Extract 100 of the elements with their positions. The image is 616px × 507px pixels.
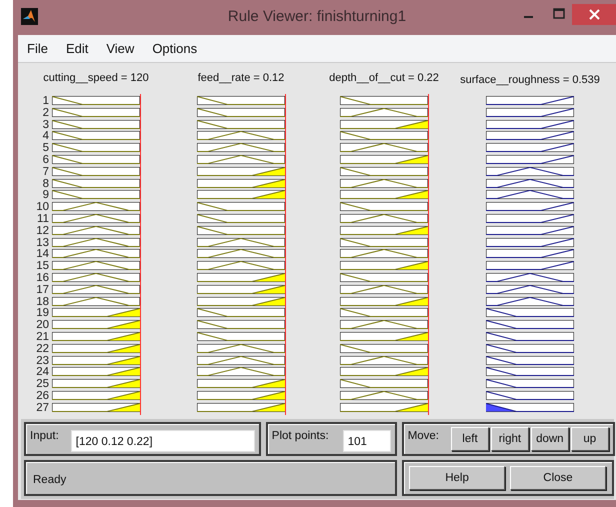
membership-plot[interactable] bbox=[486, 356, 574, 365]
membership-plot[interactable] bbox=[340, 96, 428, 105]
membership-plot[interactable] bbox=[340, 320, 428, 330]
membership-plot[interactable] bbox=[486, 131, 574, 140]
membership-plot[interactable] bbox=[52, 108, 140, 117]
membership-plot[interactable] bbox=[486, 272, 574, 282]
membership-plot[interactable] bbox=[197, 131, 285, 140]
membership-plot[interactable] bbox=[52, 284, 140, 294]
membership-plot[interactable] bbox=[52, 356, 140, 365]
move-button[interactable]: right bbox=[490, 426, 529, 451]
membership-plot[interactable] bbox=[197, 178, 285, 188]
membership-plot[interactable] bbox=[197, 120, 285, 129]
membership-plot[interactable] bbox=[340, 367, 428, 376]
input-value-line[interactable] bbox=[428, 94, 429, 415]
membership-plot[interactable] bbox=[486, 332, 574, 341]
membership-plot[interactable] bbox=[486, 190, 574, 200]
membership-plot[interactable] bbox=[197, 190, 285, 200]
membership-plot[interactable] bbox=[340, 249, 428, 258]
input-value-line[interactable] bbox=[140, 94, 141, 415]
membership-plot[interactable] bbox=[340, 379, 428, 388]
membership-plot[interactable] bbox=[197, 214, 285, 223]
membership-plot[interactable] bbox=[486, 238, 574, 247]
membership-plot[interactable] bbox=[486, 284, 574, 294]
membership-plot[interactable] bbox=[340, 308, 428, 318]
membership-plot[interactable] bbox=[197, 308, 285, 318]
menu-item[interactable]: View bbox=[103, 41, 144, 56]
membership-plot[interactable] bbox=[52, 214, 140, 223]
membership-plot[interactable] bbox=[197, 356, 285, 365]
membership-plot[interactable] bbox=[340, 261, 428, 270]
move-button[interactable]: up bbox=[570, 426, 609, 451]
membership-plot[interactable] bbox=[486, 143, 574, 152]
membership-plot[interactable] bbox=[340, 390, 428, 400]
membership-plot[interactable] bbox=[197, 367, 285, 376]
membership-plot[interactable] bbox=[197, 332, 285, 341]
membership-plot[interactable] bbox=[52, 154, 140, 164]
membership-plot[interactable] bbox=[486, 308, 574, 318]
input-field[interactable]: [120 0.12 0.22] bbox=[70, 430, 255, 452]
membership-plot[interactable] bbox=[340, 178, 428, 188]
membership-plot[interactable] bbox=[197, 143, 285, 152]
membership-plot[interactable] bbox=[52, 96, 140, 105]
dialog-button[interactable]: Help bbox=[409, 466, 506, 490]
membership-plot[interactable] bbox=[197, 344, 285, 353]
membership-plot[interactable] bbox=[340, 108, 428, 117]
membership-plot[interactable] bbox=[486, 226, 574, 235]
membership-plot[interactable] bbox=[486, 261, 574, 270]
maximize-icon[interactable] bbox=[553, 8, 565, 20]
membership-plot[interactable] bbox=[52, 120, 140, 129]
membership-plot[interactable] bbox=[340, 344, 428, 353]
membership-plot[interactable] bbox=[52, 272, 140, 282]
membership-plot[interactable] bbox=[486, 320, 574, 330]
membership-plot[interactable] bbox=[52, 202, 140, 212]
membership-plot[interactable] bbox=[486, 120, 574, 129]
membership-plot[interactable] bbox=[197, 402, 285, 412]
membership-plot[interactable] bbox=[486, 214, 574, 223]
membership-plot[interactable] bbox=[52, 143, 140, 152]
membership-plot[interactable] bbox=[197, 296, 285, 306]
membership-plot[interactable] bbox=[52, 367, 140, 376]
menu-item[interactable]: File bbox=[24, 41, 57, 56]
membership-plot[interactable] bbox=[340, 154, 428, 164]
membership-plot[interactable] bbox=[340, 284, 428, 294]
membership-plot[interactable] bbox=[197, 238, 285, 247]
membership-plot[interactable] bbox=[197, 272, 285, 282]
membership-plot[interactable] bbox=[52, 308, 140, 318]
membership-plot[interactable] bbox=[340, 166, 428, 176]
membership-plot[interactable] bbox=[197, 261, 285, 270]
membership-plot[interactable] bbox=[52, 402, 140, 412]
membership-plot[interactable] bbox=[197, 202, 285, 212]
membership-plot[interactable] bbox=[340, 143, 428, 152]
membership-plot[interactable] bbox=[52, 226, 140, 235]
membership-plot[interactable] bbox=[197, 96, 285, 105]
membership-plot[interactable] bbox=[197, 154, 285, 164]
membership-plot[interactable] bbox=[197, 390, 285, 400]
membership-plot[interactable] bbox=[197, 108, 285, 117]
membership-plot[interactable] bbox=[52, 332, 140, 341]
membership-plot[interactable] bbox=[52, 190, 140, 200]
membership-plot[interactable] bbox=[52, 166, 140, 176]
membership-plot[interactable] bbox=[52, 238, 140, 247]
membership-plot[interactable] bbox=[197, 226, 285, 235]
membership-plot[interactable] bbox=[197, 249, 285, 258]
membership-plot[interactable] bbox=[52, 261, 140, 270]
membership-plot[interactable] bbox=[340, 402, 428, 412]
membership-plot[interactable] bbox=[486, 344, 574, 353]
membership-plot[interactable] bbox=[486, 390, 574, 400]
membership-plot[interactable] bbox=[340, 238, 428, 247]
membership-plot[interactable] bbox=[486, 166, 574, 176]
membership-plot[interactable] bbox=[52, 390, 140, 400]
membership-plot[interactable] bbox=[52, 320, 140, 330]
membership-plot[interactable] bbox=[52, 249, 140, 258]
menu-item[interactable]: Edit bbox=[62, 41, 98, 56]
membership-plot[interactable] bbox=[197, 379, 285, 388]
membership-plot[interactable] bbox=[52, 178, 140, 188]
membership-plot[interactable] bbox=[486, 367, 574, 376]
membership-plot[interactable] bbox=[486, 296, 574, 306]
membership-plot[interactable] bbox=[340, 296, 428, 306]
membership-plot[interactable] bbox=[52, 131, 140, 140]
membership-plot[interactable] bbox=[486, 108, 574, 117]
plot-points-field[interactable]: 101 bbox=[342, 430, 391, 452]
dialog-button[interactable]: Close bbox=[510, 466, 606, 490]
membership-plot[interactable] bbox=[197, 284, 285, 294]
membership-plot[interactable] bbox=[486, 154, 574, 164]
